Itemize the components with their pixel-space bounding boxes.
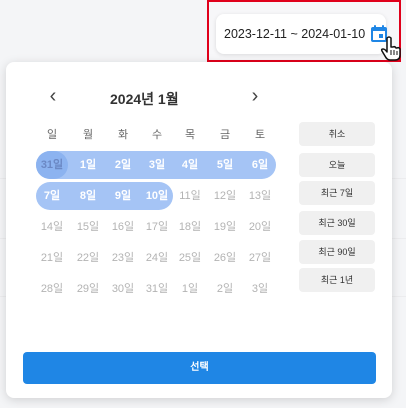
calendar-day[interactable]: 16일 bbox=[107, 213, 139, 241]
hand-pointer-icon bbox=[380, 36, 401, 61]
calendar-day[interactable]: 1일 bbox=[174, 275, 206, 303]
calendar-day[interactable]: 21일 bbox=[36, 244, 68, 272]
calendar-day-selected[interactable]: 2일 bbox=[107, 151, 139, 179]
calendar-day[interactable]: 25일 bbox=[174, 244, 206, 272]
cancel-button[interactable]: 취소 bbox=[299, 122, 375, 146]
last-90-days-button[interactable]: 최근 90일 bbox=[299, 240, 375, 264]
calendar-day[interactable]: 29일 bbox=[72, 275, 104, 303]
last-30-days-button[interactable]: 최근 30일 bbox=[299, 211, 375, 235]
weekday-label: 일 bbox=[46, 129, 58, 141]
calendar-day[interactable]: 11일 bbox=[174, 182, 206, 210]
last-1-year-button[interactable]: 최근 1년 bbox=[299, 268, 375, 292]
calendar-day-selected[interactable]: 4일 bbox=[174, 151, 206, 179]
calendar-day-selected[interactable]: 8일 bbox=[72, 182, 104, 210]
calendar-day[interactable]: 12일 bbox=[209, 182, 241, 210]
weekday-label: 화 bbox=[117, 129, 129, 141]
date-picker-popup: ‹ 2024년 1월 › 선택 일 월 화 수 목 금 토 31일 1일 2일 3일 4일 5일 6일 7일… bbox=[6, 62, 392, 398]
weekday-label: 수 bbox=[151, 129, 163, 141]
calendar-day-selected[interactable]: 5일 bbox=[209, 151, 241, 179]
calendar-day[interactable]: 27일 bbox=[244, 244, 276, 272]
calendar-day-selected[interactable]: 10일 bbox=[141, 182, 173, 210]
today-button[interactable]: 오늘 bbox=[299, 153, 375, 177]
weekday-label: 토 bbox=[254, 129, 266, 141]
calendar-day[interactable]: 14일 bbox=[36, 213, 68, 241]
date-range-input[interactable]: 2023-12-11 ~ 2024-01-10 bbox=[216, 14, 387, 54]
calendar-day-selected[interactable]: 1일 bbox=[72, 151, 104, 179]
calendar-day[interactable]: 30일 bbox=[107, 275, 139, 303]
chevron-right-icon[interactable]: › bbox=[246, 86, 264, 106]
calendar-day[interactable]: 15일 bbox=[72, 213, 104, 241]
calendar-day[interactable]: 23일 bbox=[107, 244, 139, 272]
calendar-day-selected[interactable]: 3일 bbox=[141, 151, 173, 179]
last-7-days-button[interactable]: 최근 7일 bbox=[299, 181, 375, 205]
weekday-label: 금 bbox=[219, 129, 231, 141]
calendar-day[interactable]: 31일 bbox=[141, 275, 173, 303]
weekday-label: 월 bbox=[82, 129, 94, 141]
select-button[interactable]: 선택 bbox=[23, 352, 376, 384]
calendar-day[interactable]: 20일 bbox=[244, 213, 276, 241]
month-title: 2024년 1월 bbox=[110, 91, 179, 107]
calendar-day[interactable]: 26일 bbox=[209, 244, 241, 272]
calendar-day[interactable]: 17일 bbox=[141, 213, 173, 241]
calendar-day-selected[interactable]: 9일 bbox=[107, 182, 139, 210]
weekday-label: 목 bbox=[184, 129, 196, 141]
calendar-day[interactable]: 24일 bbox=[141, 244, 173, 272]
calendar-day-selected[interactable]: 7일 bbox=[36, 182, 68, 210]
calendar-day-selected[interactable]: 31일 bbox=[36, 151, 68, 179]
date-range-highlight: 2023-12-11 ~ 2024-01-10 bbox=[207, 0, 401, 62]
calendar-day[interactable]: 18일 bbox=[174, 213, 206, 241]
calendar-day[interactable]: 13일 bbox=[244, 182, 276, 210]
calendar-day-selected[interactable]: 6일 bbox=[244, 151, 276, 179]
calendar-day[interactable]: 3일 bbox=[244, 275, 276, 303]
date-range-value: 2023-12-11 ~ 2024-01-10 bbox=[224, 27, 366, 41]
calendar-day[interactable]: 22일 bbox=[72, 244, 104, 272]
calendar-day[interactable]: 2일 bbox=[209, 275, 241, 303]
chevron-left-icon[interactable]: ‹ bbox=[44, 86, 62, 106]
calendar-day[interactable]: 28일 bbox=[36, 275, 68, 303]
calendar-day[interactable]: 19일 bbox=[209, 213, 241, 241]
